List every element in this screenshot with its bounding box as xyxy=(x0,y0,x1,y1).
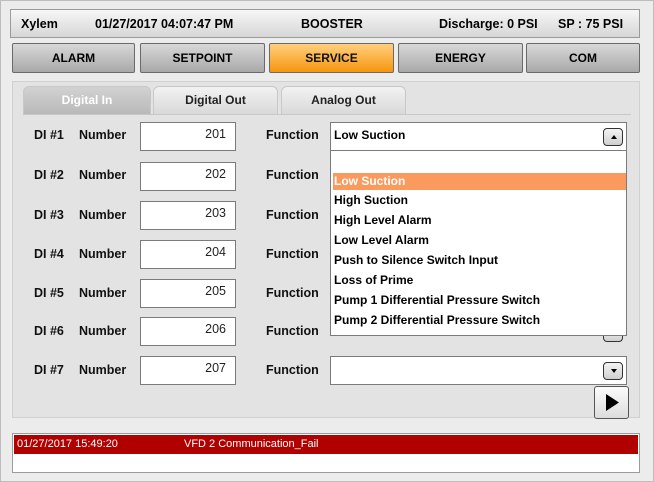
di-5-number-input[interactable]: 205 xyxy=(140,279,236,308)
di-4-number-input[interactable]: 204 xyxy=(140,240,236,269)
nav-alarm[interactable]: ALARM xyxy=(12,43,135,73)
chevron-up-icon[interactable] xyxy=(603,128,623,146)
dropdown-option[interactable]: Low Suction xyxy=(333,173,626,190)
di-4-number-label: Number xyxy=(79,247,127,261)
di-2-number-input[interactable]: 202 xyxy=(140,162,236,191)
di-1-function-value: Low Suction xyxy=(334,128,406,142)
di-5-label: DI #5 xyxy=(34,286,64,300)
di-2-function-label: Function xyxy=(266,168,319,182)
tab-digital-out[interactable]: Digital Out xyxy=(153,86,278,114)
dropdown-option[interactable]: Pump 1 Differential Pressure Switch xyxy=(333,292,626,309)
alarm-log: 01/27/2017 15:49:20 VFD 2 Communication_… xyxy=(12,433,640,473)
di-1-number-input[interactable]: 201 xyxy=(140,122,236,151)
di-1-label: DI #1 xyxy=(34,128,64,142)
hmi-screen: Xylem 01/27/2017 04:07:47 PM BOOSTER Dis… xyxy=(0,0,654,482)
setpoint-readout: SP : 75 PSI xyxy=(558,17,624,31)
brand-name: Xylem xyxy=(21,17,58,31)
next-page-button[interactable] xyxy=(594,386,629,419)
nav-setpoint[interactable]: SETPOINT xyxy=(140,43,265,73)
di-6-function-label: Function xyxy=(266,324,319,338)
di-5-function-label: Function xyxy=(266,286,319,300)
nav-com[interactable]: COM xyxy=(526,43,640,73)
dropdown-option[interactable]: Loss of Prime xyxy=(333,272,626,289)
di-6-number-input[interactable]: 206 xyxy=(140,317,236,346)
dropdown-option[interactable]: Pump 2 Differential Pressure Switch xyxy=(333,312,626,329)
discharge-readout: Discharge: 0 PSI xyxy=(439,17,538,31)
di-4-function-label: Function xyxy=(266,247,319,261)
di-3-number-input[interactable]: 203 xyxy=(140,201,236,230)
alarm-message: VFD 2 Communication_Fail xyxy=(184,438,319,450)
di-2-number-label: Number xyxy=(79,168,127,182)
di-1-function-select[interactable]: Low Suction xyxy=(330,122,627,151)
function-dropdown-list: Low Suction High Suction High Level Alar… xyxy=(330,151,627,336)
tab-analog-out[interactable]: Analog Out xyxy=(281,86,406,114)
di-6-label: DI #6 xyxy=(34,324,64,338)
di-1-number-label: Number xyxy=(79,128,127,142)
di-7-number-label: Number xyxy=(79,363,127,377)
dropdown-option[interactable]: High Level Alarm xyxy=(333,212,626,229)
dropdown-option[interactable]: Push to Silence Switch Input xyxy=(333,252,626,269)
di-2-label: DI #2 xyxy=(34,168,64,182)
alarm-row[interactable]: 01/27/2017 15:49:20 VFD 2 Communication_… xyxy=(14,435,638,454)
alarm-timestamp: 01/27/2017 15:49:20 xyxy=(17,438,118,450)
chevron-down-icon[interactable] xyxy=(603,362,623,380)
nav-service[interactable]: SERVICE xyxy=(269,43,394,73)
di-6-number-label: Number xyxy=(79,324,127,338)
di-3-number-label: Number xyxy=(79,208,127,222)
dropdown-option[interactable]: High Suction xyxy=(333,192,626,209)
di-3-function-label: Function xyxy=(266,208,319,222)
di-1-function-label: Function xyxy=(266,128,319,142)
datetime: 01/27/2017 04:07:47 PM xyxy=(95,17,234,31)
di-7-function-select[interactable] xyxy=(330,356,627,385)
status-header: Xylem 01/27/2017 04:07:47 PM BOOSTER Dis… xyxy=(10,9,640,38)
dropdown-option[interactable]: Low Level Alarm xyxy=(333,232,626,249)
mode-label: BOOSTER xyxy=(301,17,363,31)
di-7-number-input[interactable]: 207 xyxy=(140,356,236,385)
nav-energy[interactable]: ENERGY xyxy=(398,43,523,73)
di-7-function-label: Function xyxy=(266,363,319,377)
tab-divider xyxy=(23,114,631,115)
di-5-number-label: Number xyxy=(79,286,127,300)
di-4-label: DI #4 xyxy=(34,247,64,261)
di-3-label: DI #3 xyxy=(34,208,64,222)
tab-digital-in[interactable]: Digital In xyxy=(23,86,151,114)
play-icon xyxy=(606,394,619,411)
di-7-label: DI #7 xyxy=(34,363,64,377)
